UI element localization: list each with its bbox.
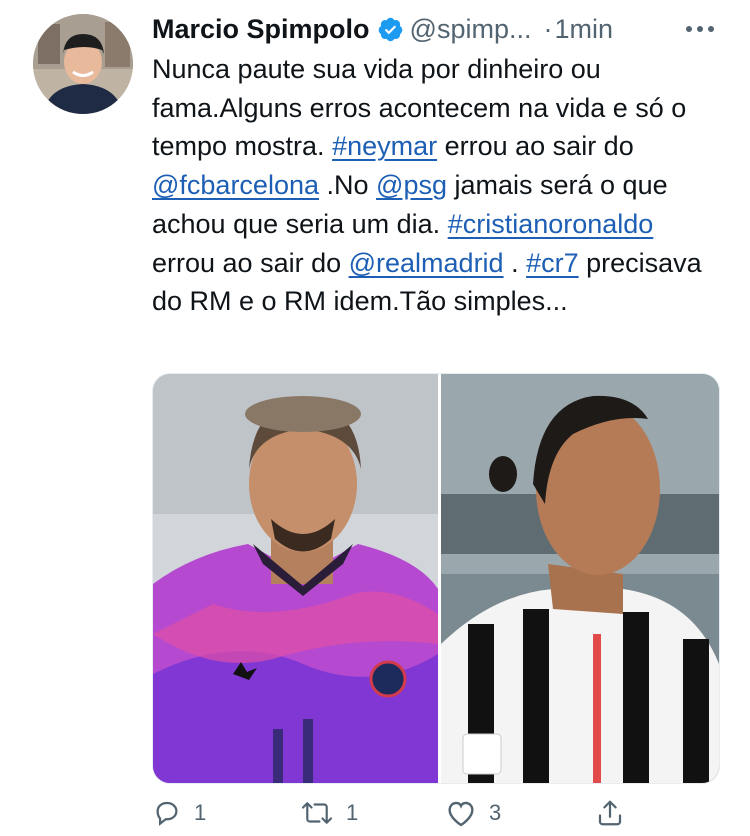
avatar-image [33,14,133,114]
hashtag-link[interactable]: #cr7 [526,248,579,278]
tweet-text-segment: .No [319,170,377,201]
hashtag-link[interactable]: #cristianoronaldo [448,209,654,239]
tweet-text: Nunca paute sua vida por dinheiro ou fam… [152,50,717,321]
mention-link[interactable]: @psg [376,170,447,200]
reply-icon [156,801,178,826]
retweet-icon [301,802,333,824]
tweet-header: Marcio Spimpolo @spimp... · 1min [152,10,722,48]
tweet-actions: 1 1 3 [152,792,732,834]
reply-count: 1 [194,800,207,825]
author-name[interactable]: Marcio Spimpolo [152,14,370,45]
reply-button[interactable]: 1 [152,792,206,834]
retweet-count: 1 [346,800,359,825]
verified-badge-icon [377,16,404,43]
share-icon [598,800,622,826]
like-button[interactable]: 3 [445,792,501,834]
share-button[interactable] [595,792,625,834]
header-separator: · [543,13,553,44]
mention-link[interactable]: @realmadrid [349,248,504,278]
tweet-text-segment: errou ao sair do [152,247,349,278]
cristiano-ronaldo-photo[interactable] [441,374,719,783]
retweet-button[interactable]: 1 [300,792,358,834]
like-count: 3 [489,800,502,825]
neymar-photo[interactable] [153,374,438,783]
tweet-timestamp[interactable]: 1min [554,14,613,45]
tweet-text-segment: . [503,247,527,278]
mention-link[interactable]: @fcbarcelona [152,170,319,200]
like-icon [448,801,474,827]
hashtag-link[interactable]: #neymar [332,131,437,161]
tweet-text-segment: errou ao sair do [437,131,634,162]
author-avatar[interactable] [33,14,133,114]
more-icon[interactable] [682,12,718,46]
author-handle[interactable]: @spimp... [410,14,532,45]
tweet-media[interactable] [152,373,720,784]
